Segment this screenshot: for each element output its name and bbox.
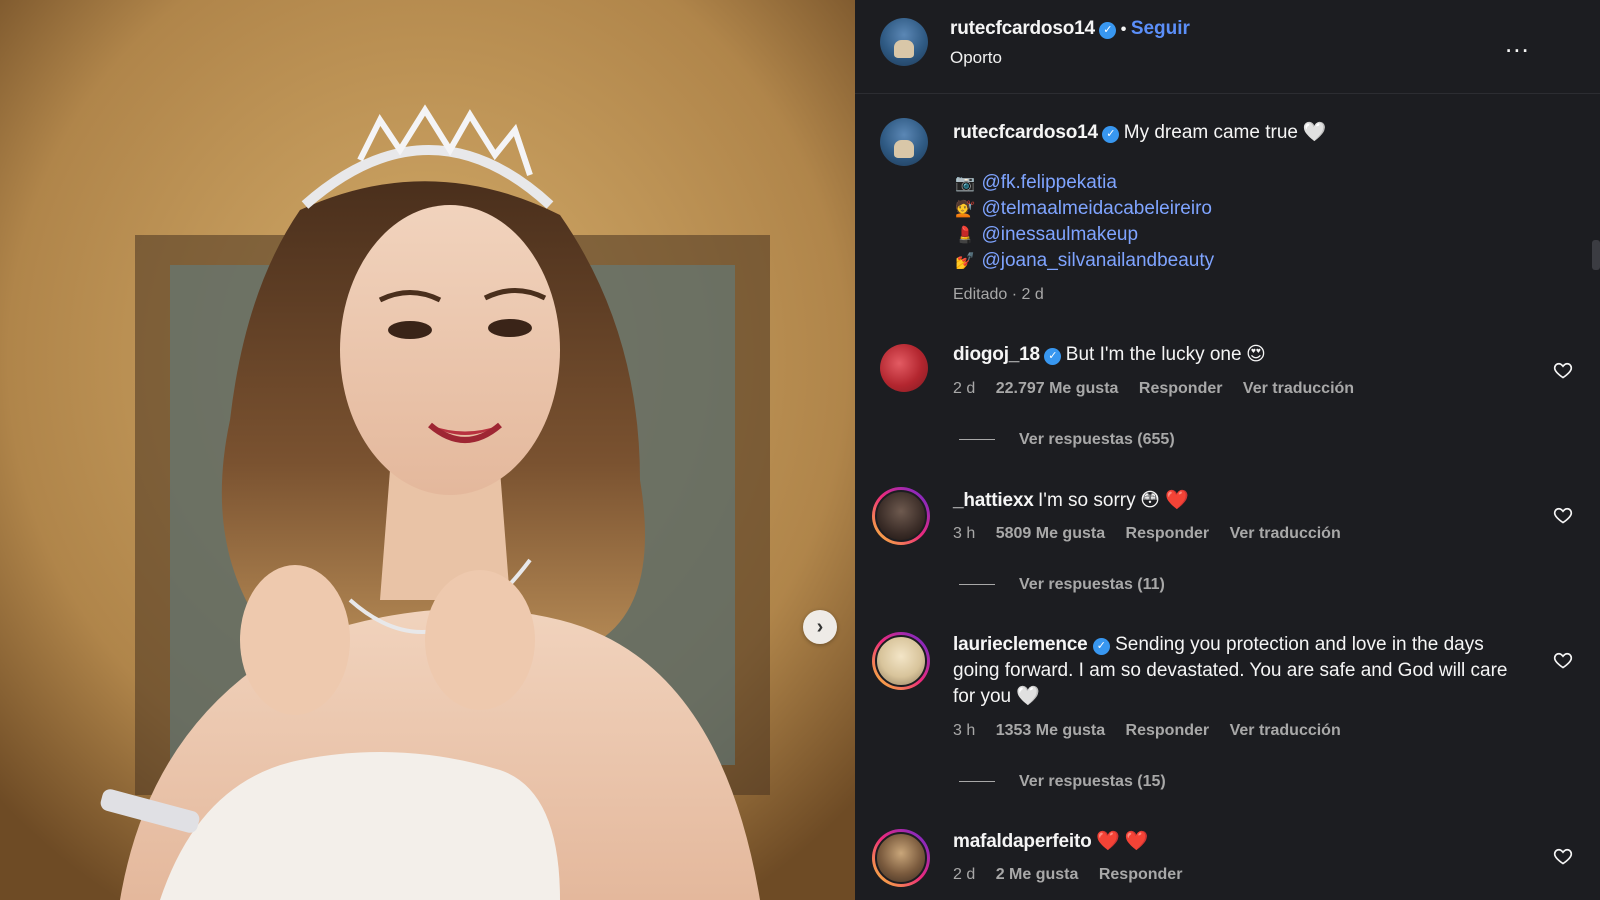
caption-text: My dream came true: [1123, 122, 1298, 143]
comment-meta: 2 d 22.797 Me gusta Responder Ver traduc…: [953, 380, 1370, 398]
replies-divider: [959, 781, 995, 783]
comment-text: But I'm the lucky one: [1065, 344, 1242, 365]
comment-username[interactable]: diogoj_18: [953, 344, 1040, 365]
post-location[interactable]: Oporto: [950, 48, 1002, 68]
view-replies-label: Ver respuestas (655): [1019, 431, 1175, 448]
post-header: rutecfcardoso14 ✓ • Seguir Oporto ...: [855, 0, 1600, 94]
comment-time: 2 d: [953, 866, 976, 883]
heart-eyes-emoji: 😍: [1246, 344, 1266, 365]
caption-credit: 💄 @inessaulmakeup: [955, 224, 1138, 246]
replies-divider: [959, 439, 995, 441]
commenter-avatar[interactable]: [872, 487, 930, 545]
translate-button[interactable]: Ver traducción: [1230, 722, 1341, 739]
heart-outline-icon[interactable]: [1553, 846, 1573, 866]
flushed-heart-emoji: 😳 ❤️: [1140, 490, 1189, 511]
comment-meta: 3 h 1353 Me gusta Responder Ver traducci…: [953, 722, 1357, 740]
verified-badge-icon: ✓: [1092, 638, 1110, 655]
comment-username[interactable]: mafaldaperfeito: [953, 831, 1092, 852]
comment-likes[interactable]: 2 Me gusta: [996, 866, 1079, 883]
comment-meta: 2 d 2 Me gusta Responder: [953, 866, 1198, 884]
author-username[interactable]: rutecfcardoso14: [950, 18, 1095, 39]
next-photo-button[interactable]: ›: [803, 610, 837, 644]
caption-credit: 💅 @joana_silvanailandbeauty: [955, 250, 1214, 272]
commenter-avatar[interactable]: [872, 632, 930, 690]
white-heart-emoji: 🤍: [1302, 122, 1327, 143]
translate-button[interactable]: Ver traducción: [1230, 525, 1341, 542]
more-horizontal-icon[interactable]: ...: [1505, 28, 1530, 59]
heart-outline-icon[interactable]: [1553, 505, 1573, 525]
mention-link[interactable]: @fk.felippekatia: [981, 172, 1116, 193]
mention-link[interactable]: @telmaalmeidacabeleireiro: [981, 198, 1212, 219]
nail-polish-emoji-icon: 💅: [955, 253, 975, 270]
comment-time: 3 h: [953, 722, 976, 739]
commenter-avatar[interactable]: [880, 344, 928, 392]
mention-link[interactable]: @joana_silvanailandbeauty: [981, 250, 1214, 271]
verified-badge-icon: ✓: [1044, 348, 1062, 365]
heart-outline-icon[interactable]: [1553, 360, 1573, 380]
caption-edited-time: Editado · 2 d: [953, 286, 1044, 303]
caption-credit: 💇 @telmaalmeidacabeleireiro: [955, 198, 1212, 220]
view-replies-label: Ver respuestas (15): [1019, 773, 1166, 790]
post-detail-panel: rutecfcardoso14 ✓ • Seguir Oporto ... ru…: [855, 0, 1600, 900]
heart-outline-icon[interactable]: [1553, 650, 1573, 670]
comment-username[interactable]: _hattiexx: [953, 490, 1034, 511]
view-replies-label: Ver respuestas (11): [1019, 576, 1165, 593]
comment-likes[interactable]: 1353 Me gusta: [996, 722, 1105, 739]
verified-badge-icon: ✓: [1099, 22, 1117, 39]
commenter-avatar[interactable]: [872, 829, 930, 887]
haircut-emoji-icon: 💇: [955, 201, 975, 218]
scrollbar-thumb[interactable]: [1592, 240, 1600, 270]
view-replies-button[interactable]: Ver respuestas (11): [959, 576, 1165, 594]
comment-line: mafaldaperfeito ❤️ ❤️: [953, 829, 1149, 853]
comment-likes[interactable]: 5809 Me gusta: [996, 525, 1105, 542]
follow-button[interactable]: Seguir: [1131, 18, 1190, 39]
comment-meta: 3 h 5809 Me gusta Responder Ver traducci…: [953, 525, 1357, 543]
post-photo[interactable]: ›: [0, 0, 855, 900]
caption-credit: 📷 @fk.felippekatia: [955, 172, 1117, 194]
reply-button[interactable]: Responder: [1139, 380, 1223, 397]
view-replies-button[interactable]: Ver respuestas (655): [959, 431, 1175, 449]
caption-avatar[interactable]: [880, 118, 928, 166]
replies-divider: [959, 584, 995, 586]
reply-button[interactable]: Responder: [1126, 722, 1210, 739]
comment-username[interactable]: laurieclemence: [953, 634, 1088, 655]
comment-time: 2 d: [953, 380, 976, 397]
comment-line: _hattiexx I'm so sorry 😳 ❤️: [953, 488, 1189, 512]
mention-link[interactable]: @inessaulmakeup: [981, 224, 1138, 245]
author-avatar[interactable]: [880, 18, 928, 66]
comment-time: 3 h: [953, 525, 976, 542]
separator-dot: •: [1120, 21, 1127, 38]
comment-likes[interactable]: 22.797 Me gusta: [996, 380, 1119, 397]
reply-button[interactable]: Responder: [1126, 525, 1210, 542]
comment-text: I'm so sorry: [1038, 490, 1136, 511]
author-line: rutecfcardoso14 ✓ • Seguir: [950, 18, 1190, 40]
white-heart-emoji: 🤍: [1016, 686, 1041, 707]
red-heart-emoji: ❤️ ❤️: [1095, 831, 1149, 852]
verified-badge-icon: ✓: [1102, 126, 1120, 143]
comment-line: diogoj_18 ✓ But I'm the lucky one 😍: [953, 343, 1266, 366]
lipstick-emoji-icon: 💄: [955, 227, 975, 244]
reply-button[interactable]: Responder: [1099, 866, 1183, 883]
translate-button[interactable]: Ver traducción: [1243, 380, 1354, 397]
camera-emoji-icon: 📷: [955, 175, 975, 192]
view-replies-button[interactable]: Ver respuestas (15): [959, 773, 1166, 791]
chevron-right-icon: ›: [816, 615, 824, 638]
bride-photo-illustration: [0, 0, 855, 900]
caption-line: rutecfcardoso14 ✓ My dream came true 🤍: [953, 120, 1326, 144]
comment-block: laurieclemence ✓ Sending you protection …: [953, 632, 1528, 710]
caption-username[interactable]: rutecfcardoso14: [953, 122, 1098, 143]
